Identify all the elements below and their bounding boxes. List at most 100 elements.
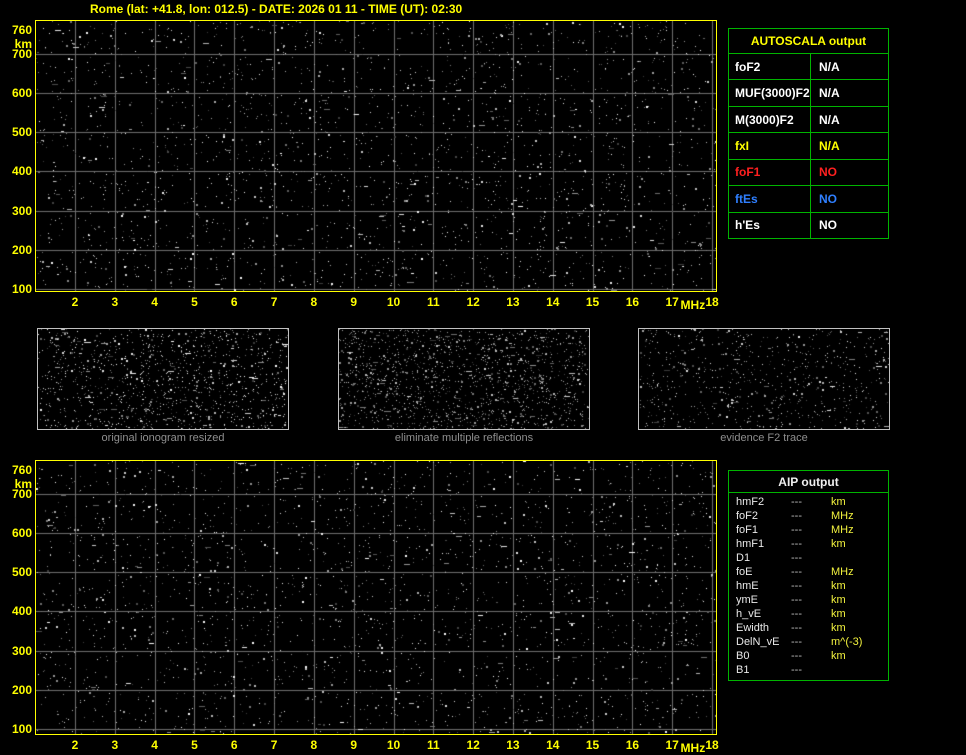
aip-row-hmE: hmE --- km	[729, 579, 888, 593]
x-axis-label: 6	[230, 295, 238, 309]
x-axis-unit: MHz	[680, 298, 706, 312]
x-axis-label: 7	[270, 738, 278, 752]
aip-row-foF2: foF2 --- MHz	[729, 509, 888, 523]
x-axis-label: 8	[310, 295, 318, 309]
panel-f2-trace-canvas	[639, 329, 889, 429]
aip-row-h_vE: h_vE --- km	[729, 607, 888, 621]
aip-value: ---	[791, 552, 802, 564]
autoscala-table-title: AUTOSCALA output	[729, 29, 888, 54]
x-axis-label: 5	[191, 738, 198, 752]
aip-unit: km	[831, 650, 846, 662]
panel-evidence-f2-trace	[638, 328, 890, 430]
aip-output-table: AIP output hmF2 --- km foF2 --- MHz foF1 --- MHz…	[728, 470, 889, 681]
x-axis-label: 9	[350, 295, 358, 309]
autoscala-value: NO	[819, 191, 837, 206]
y-axis-label: 200	[11, 682, 32, 697]
autoscala-param: foF2	[729, 54, 811, 80]
y-axis-label: 500	[11, 125, 32, 140]
aip-param: hmF2	[736, 496, 765, 508]
aip-table-title: AIP output	[729, 471, 888, 493]
aip-unit: MHz	[831, 510, 854, 522]
aip-param: hmF1	[736, 538, 765, 550]
aip-value: ---	[791, 650, 802, 662]
x-axis-label: 3	[111, 295, 119, 309]
aip-row-B0: B0 --- km	[729, 649, 888, 663]
x-axis-label: 15	[585, 295, 600, 309]
aip-row-foF1: foF1 --- MHz	[729, 523, 888, 537]
aip-row-hmF2: hmF2 --- km	[729, 495, 888, 509]
aip-unit: km	[831, 594, 846, 606]
x-axis-label: 5	[191, 295, 198, 309]
x-axis-label: 10	[386, 295, 401, 309]
x-axis-label: 2	[71, 738, 79, 752]
autoscala-param: ftEs	[729, 186, 811, 212]
x-axis-label: 17	[665, 738, 679, 752]
autoscala-value: N/A	[819, 86, 840, 101]
aip-row-DelN_vE: DelN_vE --- m^(-3)	[729, 635, 888, 649]
x-axis-label: 18	[705, 295, 719, 309]
panel-reflections-canvas	[339, 329, 589, 429]
x-axis-label: 2	[71, 295, 79, 309]
y-axis-label: 600	[11, 85, 32, 100]
autoscala-value: N/A	[819, 138, 840, 153]
panel-original-canvas	[38, 329, 288, 429]
y-axis-label: 400	[11, 164, 32, 179]
x-axis-label: 14	[546, 295, 560, 309]
x-axis-label: 7	[270, 295, 278, 309]
autoscala-value: N/A	[819, 112, 840, 127]
aip-value: ---	[791, 636, 802, 648]
autoscala-param: M(3000)F2	[729, 106, 811, 133]
x-axis-label: 13	[506, 738, 520, 752]
x-axis-label: 10	[386, 738, 401, 752]
panel-label-original: original ionogram resized	[101, 432, 225, 444]
y-axis-label: 100	[11, 722, 32, 736]
y-axis-label: 600	[11, 525, 32, 540]
aip-param: foF2	[736, 510, 759, 522]
x-axis-label: 12	[466, 295, 480, 309]
autoscala-value: N/A	[819, 59, 840, 74]
panel-eliminate-reflections	[338, 328, 590, 430]
aip-row-Ewidth: Ewidth --- km	[729, 621, 888, 635]
x-axis-label: 9	[350, 738, 358, 752]
aip-row-hmF1: hmF1 --- km	[729, 537, 888, 551]
panel-label-f2-trace: evidence F2 trace	[720, 432, 808, 444]
aip-unit: km	[831, 622, 846, 634]
aip-row-ymE: ymE --- km	[729, 593, 888, 607]
x-axis-label: 15	[585, 738, 600, 752]
autoscala-output-table: AUTOSCALA output foF2 N/A MUF(3000)F2 N/A M(…	[728, 28, 889, 239]
y-axis-label: 500	[11, 565, 32, 580]
x-axis-label: 12	[466, 738, 480, 752]
y-axis-label: 400	[11, 604, 32, 619]
aip-unit: MHz	[831, 524, 854, 536]
x-axis-label: 18	[705, 738, 719, 752]
aip-unit: km	[831, 496, 846, 508]
autoscala-value: NO	[819, 165, 837, 180]
x-axis-label: 13	[506, 295, 520, 309]
autoscala-value: NO	[819, 218, 837, 233]
autoscala-row-MUF(3000)F2: MUF(3000)F2 N/A	[729, 79, 888, 106]
x-axis-label: 8	[310, 738, 318, 752]
autoscala-param: MUF(3000)F2	[729, 80, 811, 106]
y-axis-unit: km	[14, 37, 32, 51]
ionogram-secondary-canvas	[36, 461, 716, 734]
aip-param: Ewidth	[736, 622, 770, 634]
y-axis-label: 100	[11, 282, 32, 296]
x-axis-label: 14	[546, 738, 560, 752]
x-axis-label: 16	[625, 738, 640, 752]
y-axis-label: 760	[11, 23, 32, 37]
aip-unit: m^(-3)	[831, 636, 863, 648]
x-axis-label: 11	[426, 295, 440, 309]
aip-row-B1: B1 ---	[729, 663, 888, 677]
aip-param: B0	[736, 650, 750, 662]
aip-value: ---	[791, 566, 802, 578]
aip-param: ymE	[736, 594, 758, 606]
aip-table-rows: hmF2 --- km foF2 --- MHz foF1 --- MHz hmF1 --- km D1…	[729, 493, 888, 680]
autoscala-param: h'Es	[729, 212, 811, 238]
page-title: Rome (lat: +41.8, lon: 012.5) - DATE: 20…	[90, 2, 463, 16]
aip-unit: km	[831, 608, 846, 620]
x-axis-label: 6	[230, 738, 238, 752]
autoscala-row-fxI: fxI N/A	[729, 132, 888, 159]
aip-unit: km	[831, 580, 846, 592]
aip-row-D1: D1 ---	[729, 551, 888, 565]
aip-param: hmE	[736, 580, 759, 592]
